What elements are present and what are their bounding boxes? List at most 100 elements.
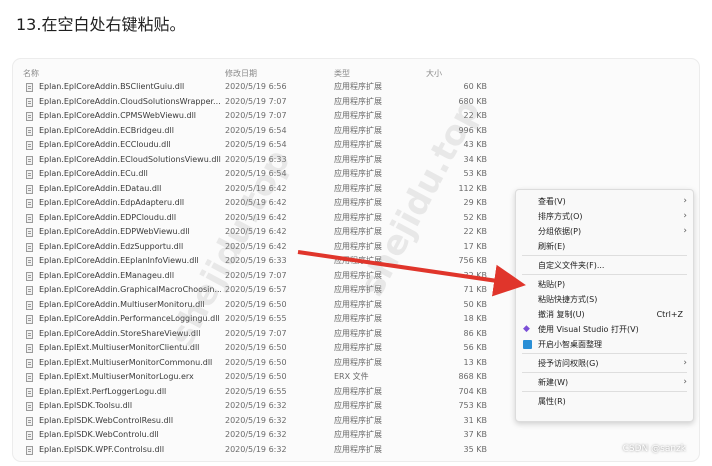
file-icon xyxy=(26,213,33,223)
file-name: Eplan.EplExt.PerfLoggerLogu.dll xyxy=(39,386,167,396)
file-row[interactable]: Eplan.EplExt.MultiuserMonitorCommonu.dll… xyxy=(12,356,532,371)
file-row[interactable]: Eplan.EplCoreAddin.MultiuserMonitoru.dll… xyxy=(12,298,532,313)
menu-item-label: 开启小智桌面整理 xyxy=(538,340,602,349)
menu-item[interactable]: 查看(V) › xyxy=(516,194,693,209)
file-row[interactable]: Eplan.EplSDK.WebControlResu.dll 2020/5/19… xyxy=(12,414,532,429)
file-row[interactable]: Eplan.EplCoreAddin.StoreShareViewu.dll 20… xyxy=(12,327,532,342)
file-row[interactable]: Eplan.EplCoreAddin.EDPCloudu.dll 2020/5/1… xyxy=(12,211,532,226)
csdn-credit: CSDN @sanzk xyxy=(622,444,686,454)
menu-item[interactable]: 分组依据(P) › xyxy=(516,224,693,239)
column-header-type[interactable]: 类型 xyxy=(334,68,350,79)
chevron-right-icon: › xyxy=(683,196,687,206)
file-row[interactable]: Eplan.EplCoreAddin.EDatau.dll 2020/5/19 6… xyxy=(12,182,532,197)
file-type: 应用程序扩展 xyxy=(334,111,382,120)
file-type: 应用程序扩展 xyxy=(334,343,382,352)
file-row[interactable]: Eplan.EplCoreAddin.EdzSupportu.dll 2020/5… xyxy=(12,240,532,255)
file-date: 2020/5/19 7:07 xyxy=(225,96,287,106)
file-type: 应用程序扩展 xyxy=(334,82,382,91)
file-row[interactable]: Eplan.EplCoreAddin.EDPWebViewu.dll 2020/5… xyxy=(12,225,532,240)
file-type: 应用程序扩展 xyxy=(334,270,382,280)
file-icon xyxy=(26,445,33,455)
file-name: Eplan.EplCoreAddin.EdzSupportu.dll xyxy=(39,241,184,251)
file-date: 2020/5/19 6:56 xyxy=(225,82,287,91)
file-name: Eplan.EplCoreAddin.ECu.dll xyxy=(39,169,148,178)
column-header-date[interactable]: 修改日期 xyxy=(225,68,257,79)
file-row[interactable]: Eplan.EplSDK.WebControlu.dll 2020/5/19 6:… xyxy=(12,428,532,443)
file-icon xyxy=(26,416,33,426)
file-size: 86 KB xyxy=(463,328,487,338)
menu-item[interactable]: 属性(R) xyxy=(516,394,693,409)
file-size: 35 KB xyxy=(463,444,487,454)
file-date: 2020/5/19 6:50 xyxy=(225,343,287,352)
file-row[interactable]: Eplan.EplExt.MultiuserMonitorLogu.erx 202… xyxy=(12,370,532,385)
file-type: 应用程序扩展 xyxy=(334,401,382,410)
file-row[interactable]: Eplan.EplCoreAddin.ECu.dll 2020/5/19 6:54… xyxy=(12,167,532,182)
file-size: 753 KB xyxy=(458,401,487,410)
file-row[interactable]: Eplan.EplCoreAddin.EManageu.dll 2020/5/19… xyxy=(12,269,532,284)
file-icon xyxy=(26,329,33,339)
menu-item[interactable]: 撤消 复制(U) Ctrl+Z xyxy=(516,307,693,322)
menu-item[interactable]: 排序方式(O) › xyxy=(516,209,693,224)
menu-item[interactable]: 粘贴(P) xyxy=(516,277,693,292)
menu-item-label: 粘贴(P) xyxy=(538,280,566,289)
file-name: Eplan.EplCoreAddin.StoreShareViewu.dll xyxy=(39,328,201,338)
file-row[interactable]: Eplan.EplSDK.Toolsu.dll 2020/5/19 6:32 应用程… xyxy=(12,399,532,414)
file-date: 2020/5/19 6:50 xyxy=(225,357,287,367)
column-header-name[interactable]: 名称 xyxy=(23,68,39,79)
file-type: 应用程序扩展 xyxy=(334,241,382,251)
file-icon xyxy=(26,126,33,136)
file-type: 应用程序扩展 xyxy=(334,386,382,396)
file-size: 50 KB xyxy=(463,299,487,309)
file-name: Eplan.EplCoreAddin.EManageu.dll xyxy=(39,270,175,280)
file-type: 应用程序扩展 xyxy=(334,198,382,207)
menu-item[interactable]: 新建(W) › xyxy=(516,375,693,390)
file-row[interactable]: Eplan.EplCoreAddin.PerformanceLoggingu.d… xyxy=(12,312,532,327)
file-row[interactable]: Eplan.EplCoreAddin.EdpAdapteru.dll 2020/5… xyxy=(12,196,532,211)
menu-item[interactable]: 粘贴快捷方式(S) xyxy=(516,292,693,307)
file-type: 应用程序扩展 xyxy=(334,154,382,164)
file-date: 2020/5/19 6:32 xyxy=(225,444,287,454)
menu-item-label: 查看(V) xyxy=(538,197,566,206)
file-type: 应用程序扩展 xyxy=(334,415,382,425)
file-icon xyxy=(26,155,33,165)
menu-item[interactable]: 刷新(E) xyxy=(516,239,693,254)
menu-item[interactable]: 开启小智桌面整理 xyxy=(516,337,693,352)
file-type: 应用程序扩展 xyxy=(334,430,382,439)
file-name: Eplan.EplCoreAddin.EdpAdapteru.dll xyxy=(39,198,185,207)
menu-item-label: 粘贴快捷方式(S) xyxy=(538,295,598,304)
file-row[interactable]: Eplan.EplCoreAddin.ECBridgeu.dll 2020/5/1… xyxy=(12,124,532,139)
file-row[interactable]: Eplan.EplExt.MultiuserMonitorClientu.dll… xyxy=(12,341,532,356)
file-row[interactable]: Eplan.EplCoreAddin.CPMSWebViewu.dll 2020/… xyxy=(12,109,532,124)
file-date: 2020/5/19 6:42 xyxy=(225,183,287,193)
file-icon xyxy=(26,431,33,440)
file-row[interactable]: Eplan.EplSDK.WPF.Controlsu.dll 2020/5/19 … xyxy=(12,443,532,458)
menu-item[interactable]: ◆ 使用 Visual Studio 打开(V) xyxy=(516,322,693,337)
chevron-right-icon: › xyxy=(683,377,687,387)
file-size: 704 KB xyxy=(458,386,487,396)
file-name: Eplan.EplCoreAddin.ECBridgeu.dll xyxy=(39,125,174,135)
file-row[interactable]: Eplan.EplCoreAddin.EEplanInfoViewu.dll 20… xyxy=(12,254,532,269)
file-row[interactable]: Eplan.EplCoreAddin.GraphicalMacroChoosin… xyxy=(12,283,532,298)
file-date: 2020/5/19 6:57 xyxy=(225,285,287,294)
chevron-right-icon: › xyxy=(683,211,687,221)
file-name: Eplan.EplCoreAddin.GraphicalMacroChoosin… xyxy=(39,285,221,294)
file-size: 22 KB xyxy=(463,111,487,120)
file-name: Eplan.EplExt.MultiuserMonitorClientu.dll xyxy=(39,343,200,352)
menu-separator xyxy=(522,255,687,256)
file-size: 18 KB xyxy=(463,314,487,323)
file-size: 22 KB xyxy=(463,227,487,236)
column-header-size[interactable]: 大小 xyxy=(426,68,442,79)
file-row[interactable]: Eplan.EplCoreAddin.BSClientGuiu.dll 2020/… xyxy=(12,80,532,95)
file-row[interactable]: Eplan.EplCoreAddin.ECloudSolutionsViewu.… xyxy=(12,153,532,168)
file-row[interactable]: Eplan.EplCoreAddin.ECCloudu.dll 2020/5/19… xyxy=(12,138,532,153)
file-name: Eplan.EplCoreAddin.PerformanceLoggingu.d… xyxy=(39,314,220,323)
file-type: 应用程序扩展 xyxy=(334,299,382,309)
file-row[interactable]: Eplan.EplCoreAddin.CloudSolutionsWrapper… xyxy=(12,95,532,110)
file-date: 2020/5/19 6:42 xyxy=(225,212,287,222)
file-row[interactable]: Eplan.EplExt.PerfLoggerLogu.dll 2020/5/19… xyxy=(12,385,532,400)
menu-item[interactable]: 授予访问权限(G) › xyxy=(516,356,693,371)
menu-separator xyxy=(522,391,687,392)
menu-item[interactable]: 自定义文件夹(F)... xyxy=(516,258,693,273)
menu-separator xyxy=(522,274,687,275)
file-type: 应用程序扩展 xyxy=(334,212,382,222)
